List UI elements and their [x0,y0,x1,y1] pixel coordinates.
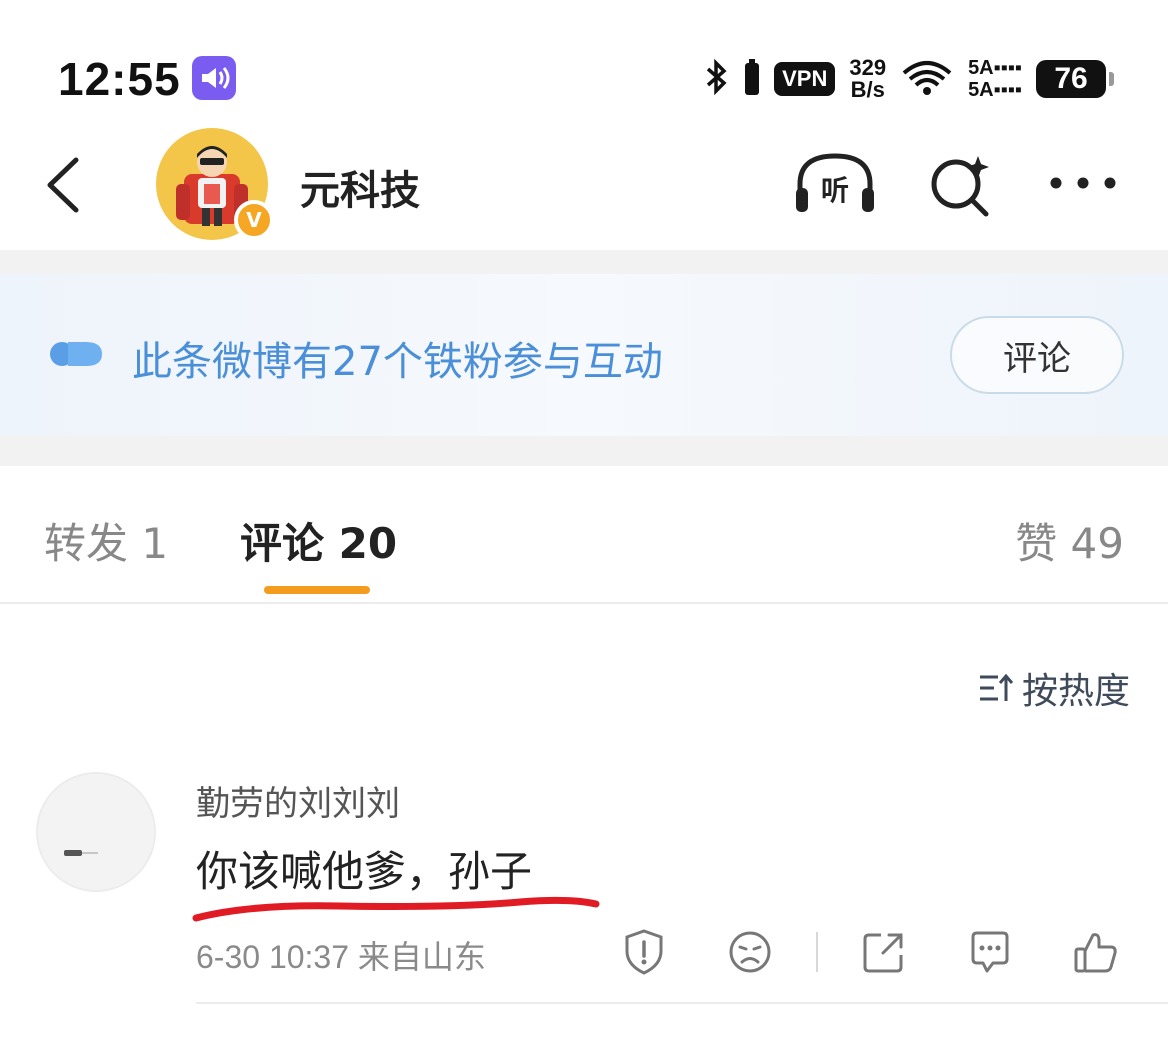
reply-icon [971,931,1009,973]
share-icon [863,933,903,973]
cellular-signal: 5A▪▪▪▪ 5A▪▪▪▪ [968,57,1022,101]
sim2-label: 5A [968,79,994,101]
sort-icon [979,673,1014,701]
like-icon [1074,933,1117,973]
banner-comment-button[interactable]: 评论 [950,316,1124,394]
verified-badge: V [234,200,274,240]
fan-interaction-banner: 此条微博有27个铁粉参与互动 评论 [0,274,1168,436]
battery-indicator: 76 [1036,60,1114,98]
net-speed: 329 B/s [849,57,886,101]
actions-divider [816,932,818,972]
comment-meta: 6-30 10:37 来自山东 [196,939,486,975]
commenter-photo [38,774,154,890]
sparkle-search-icon [931,156,989,217]
commenter-avatar[interactable] [36,772,156,892]
commenter-username[interactable]: 勤劳的刘刘刘 [196,776,400,825]
svg-text:听: 听 [821,174,849,207]
bluetooth-icon [704,57,730,101]
reply-button[interactable] [962,924,1018,980]
dislike-button[interactable] [722,924,778,980]
headphones-listen-icon: 听 [796,153,874,212]
status-bar: 12:55 VPN 329 B/s 5A▪▪▪▪ 5A▪▪▪▪ 76 [0,0,1168,130]
more-button[interactable] [1038,148,1128,218]
post-tabs: 转发 1 评论 20 赞 49 [0,466,1168,604]
active-tab-indicator [264,586,370,594]
fan-interaction-text: 此条微博有27个铁粉参与互动 [132,339,663,385]
search-button[interactable] [916,148,1006,218]
post-header: V 元科技 听 [0,120,1168,250]
vpn-badge: VPN [774,62,836,96]
red-annotation-underline [192,896,600,922]
wifi-icon [900,57,954,101]
fan-badge-icon [48,334,108,374]
tab-repost[interactable]: 转发 1 [44,510,168,571]
report-button[interactable] [616,924,672,980]
sim1-label: 5A [968,57,994,79]
account-name[interactable]: 元科技 [300,158,420,216]
report-icon [625,929,663,975]
status-indicators: VPN 329 B/s 5A▪▪▪▪ 5A▪▪▪▪ 76 [704,56,1114,102]
listen-button[interactable]: 听 [790,148,880,218]
more-dots-icon [1050,177,1116,189]
dislike-face-icon [729,931,771,973]
account-avatar[interactable]: V [156,128,274,240]
comment-separator [196,1002,1168,1004]
battery-small-icon [744,57,760,101]
back-button[interactable] [40,150,90,220]
sort-button[interactable]: 按热度 [978,662,1130,714]
tab-comments[interactable]: 评论 20 [240,510,397,571]
share-button[interactable] [856,924,912,980]
like-button[interactable] [1068,924,1124,980]
sort-label: 按热度 [1021,671,1130,712]
back-arrow-icon [47,157,79,213]
net-speed-unit: B/s [850,77,885,102]
tab-likes[interactable]: 赞 49 [1015,510,1124,571]
status-time: 12:55 [58,53,181,105]
speaker-notification-icon [192,56,236,100]
